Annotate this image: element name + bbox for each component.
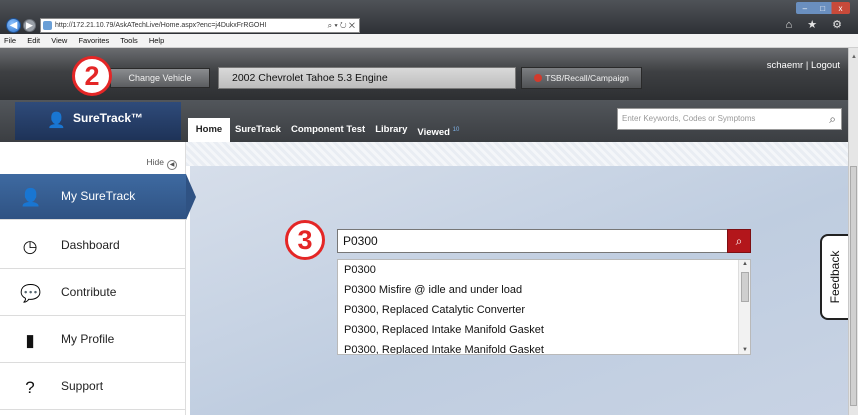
suggestion-item[interactable]: P0300 bbox=[338, 260, 750, 280]
close-window-button[interactable]: x bbox=[832, 3, 850, 15]
scroll-thumb[interactable] bbox=[741, 272, 749, 302]
maximize-button[interactable]: □ bbox=[814, 3, 832, 15]
menu-view[interactable]: View bbox=[51, 36, 67, 45]
keyword-search-input[interactable]: Enter Keywords, Codes or Symptoms ⌕ bbox=[617, 108, 842, 130]
suggestion-item[interactable]: P0300, Replaced Intake Manifold Gasket bbox=[338, 340, 750, 354]
suggestions-scrollbar[interactable]: ▲ ▼ bbox=[738, 260, 750, 354]
browser-menubar: File Edit View Favorites Tools Help bbox=[0, 34, 858, 48]
user-tie-icon: 👤 bbox=[20, 188, 42, 207]
hide-label: Hide bbox=[146, 157, 164, 167]
menu-favorites[interactable]: Favorites bbox=[78, 36, 109, 45]
page-scrollbar[interactable]: ▲ bbox=[848, 48, 858, 415]
sidebar-item-dashboard[interactable]: ◷ Dashboard bbox=[0, 223, 186, 269]
menu-file[interactable]: File bbox=[4, 36, 16, 45]
feedback-label: Feedback bbox=[828, 250, 842, 304]
forward-button[interactable]: ▶ bbox=[23, 19, 36, 32]
tab-home[interactable]: Home bbox=[188, 118, 230, 142]
id-badge-icon: ▮ bbox=[25, 331, 35, 350]
menu-tools[interactable]: Tools bbox=[120, 36, 138, 45]
back-button[interactable]: ◀ bbox=[6, 18, 21, 33]
sidebar-item-label: My SureTrack bbox=[61, 189, 136, 203]
code-search-input[interactable]: P0300 ⌕ bbox=[337, 229, 751, 253]
address-controls[interactable]: ⌕ ▾ ↻ ✕ bbox=[328, 19, 355, 32]
suretrack-logo-icon: 👤 bbox=[47, 112, 66, 129]
sidebar-item-my-suretrack[interactable]: 👤 My SureTrack bbox=[0, 174, 196, 220]
sidebar-item-my-profile[interactable]: ▮ My Profile bbox=[0, 317, 186, 363]
question-circle-icon: ? bbox=[25, 378, 35, 397]
suggestion-item[interactable]: P0300, Replaced Catalytic Converter bbox=[338, 300, 750, 320]
minimize-button[interactable]: – bbox=[796, 3, 814, 15]
code-search-value: P0300 bbox=[343, 234, 378, 248]
user-links: schaemr | Logout bbox=[767, 60, 840, 71]
favicon-icon bbox=[43, 21, 52, 30]
browser-titlebar: ◀ ▶ http://172.21.10.79/AskATechLive/Hom… bbox=[0, 0, 858, 34]
tsb-label: TSB/Recall/Campaign bbox=[545, 73, 629, 83]
username: schaemr bbox=[766, 60, 804, 71]
menu-help[interactable]: Help bbox=[149, 36, 164, 45]
code-search-button[interactable]: ⌕ bbox=[727, 229, 751, 253]
suggestion-item[interactable]: P0300, Replaced Intake Manifold Gasket bbox=[338, 320, 750, 340]
brand-name: SureTrack™ bbox=[73, 111, 144, 125]
tab-library[interactable]: Library bbox=[370, 118, 412, 142]
tab-strip: Home SureTrack Component Test Library Vi… bbox=[188, 118, 464, 142]
step-marker-2: 2 bbox=[72, 56, 112, 96]
tsb-alert-icon bbox=[534, 74, 543, 82]
tab-suretrack[interactable]: SureTrack bbox=[230, 118, 286, 142]
main-nav-bar: 👤 SureTrack™ Home SureTrack Component Te… bbox=[0, 100, 848, 142]
feedback-tab[interactable]: Feedback bbox=[820, 234, 848, 320]
page-scroll-up-icon[interactable]: ▲ bbox=[849, 54, 858, 60]
keyword-search-placeholder: Enter Keywords, Codes or Symptoms bbox=[622, 114, 756, 123]
search-suggestions: P0300 P0300 Misfire @ idle and under loa… bbox=[337, 259, 751, 355]
sidebar: 👤 My SureTrack ◷ Dashboard 💬 Contribute … bbox=[0, 174, 196, 415]
tab-component-test[interactable]: Component Test bbox=[286, 118, 370, 142]
search-icon: ⌕ bbox=[735, 234, 743, 248]
chat-user-icon: 💬 bbox=[20, 284, 42, 303]
sidebar-item-label: Dashboard bbox=[61, 238, 120, 252]
vehicle-display: 2002 Chevrolet Tahoe 5.3 Engine bbox=[218, 67, 516, 89]
hide-sidebar-link[interactable]: Hide ◀ bbox=[147, 157, 177, 170]
sidebar-item-label: My Profile bbox=[61, 332, 115, 346]
content-header-strip bbox=[186, 142, 848, 166]
sidebar-item-label: Contribute bbox=[61, 285, 117, 299]
window-controls[interactable]: – □ x bbox=[796, 2, 850, 14]
browser-toolbar-icons[interactable]: ⌂ ★ ⚙ bbox=[786, 18, 848, 31]
sidebar-item-support[interactable]: ? Support bbox=[0, 364, 186, 410]
logout-link[interactable]: Logout bbox=[811, 60, 840, 71]
change-vehicle-button[interactable]: Change Vehicle bbox=[110, 68, 210, 88]
collapse-circle-icon: ◀ bbox=[167, 160, 177, 170]
tab-viewed[interactable]: Viewed 10 bbox=[412, 118, 464, 142]
sidebar-header: Hide ◀ bbox=[0, 142, 186, 174]
menu-edit[interactable]: Edit bbox=[27, 36, 40, 45]
brand-logo[interactable]: 👤 SureTrack™ bbox=[15, 102, 181, 140]
tsb-recall-button[interactable]: TSB/Recall/Campaign bbox=[521, 67, 642, 89]
viewed-count-badge: 10 bbox=[452, 127, 460, 133]
scroll-down-icon[interactable]: ▼ bbox=[739, 347, 750, 353]
page-scroll-thumb[interactable] bbox=[850, 166, 857, 406]
sidebar-item-contribute[interactable]: 💬 Contribute bbox=[0, 270, 186, 316]
search-icon[interactable]: ⌕ bbox=[829, 109, 836, 129]
user-links-separator: | bbox=[805, 60, 809, 71]
address-url: http://172.21.10.79/AskATechLive/Home.as… bbox=[55, 22, 267, 29]
vehicle-bar: Change Vehicle 2002 Chevrolet Tahoe 5.3 … bbox=[0, 48, 848, 100]
speedometer-icon: ◷ bbox=[22, 237, 38, 256]
scroll-up-icon[interactable]: ▲ bbox=[739, 261, 750, 267]
suggestion-item[interactable]: P0300 Misfire @ idle and under load bbox=[338, 280, 750, 300]
tab-viewed-label: Viewed bbox=[417, 127, 450, 139]
step-marker-3: 3 bbox=[285, 220, 325, 260]
address-bar[interactable]: http://172.21.10.79/AskATechLive/Home.as… bbox=[40, 18, 360, 33]
sidebar-item-label: Support bbox=[61, 379, 104, 393]
